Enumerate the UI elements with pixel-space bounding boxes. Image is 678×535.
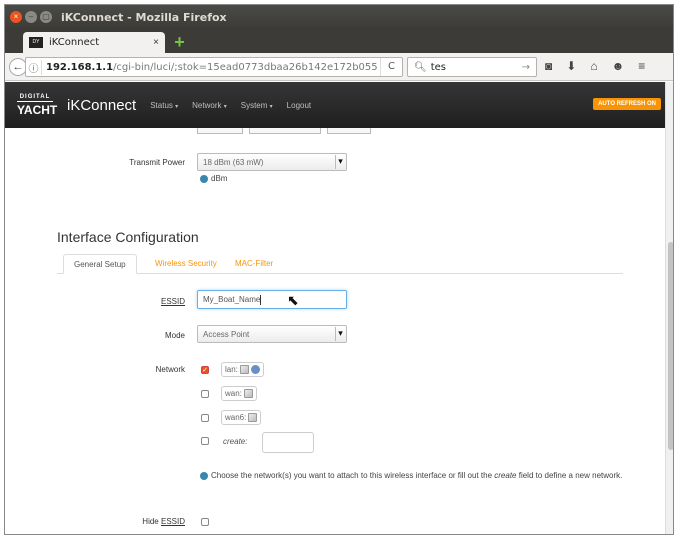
help-icon	[200, 471, 208, 480]
auto-refresh-badge[interactable]: AUTO REFRESH ON	[593, 98, 661, 110]
network-wan6-checkbox[interactable]	[201, 414, 209, 422]
window-titlebar: × – ▢ iKConnect - Mozilla Firefox	[5, 5, 673, 29]
text-caret	[260, 295, 262, 305]
mode-select[interactable]: Access Point ▾	[197, 325, 347, 343]
ethernet-icon	[248, 413, 258, 422]
web-page: DIGITAL YACHT iKConnect Status ▾ Network…	[5, 82, 665, 534]
tab-mac-filter[interactable]: MAC-Filter	[225, 254, 283, 274]
tab-strip: DY iKConnect × +	[5, 29, 673, 53]
essid-input[interactable]: My_Boat_Name	[197, 290, 347, 309]
tab-close-icon[interactable]: ×	[153, 37, 159, 48]
maximize-window-icon[interactable]: ▢	[40, 11, 52, 23]
main-nav: Status ▾ Network ▾ System ▾ Logout	[150, 101, 311, 110]
select-arrow-icon: ▾	[335, 155, 345, 169]
site-info-icon[interactable]: ⓘ	[26, 59, 42, 75]
ethernet-icon	[239, 365, 249, 374]
network-wan-checkbox[interactable]	[201, 390, 209, 398]
home-icon[interactable]: ⌂	[590, 59, 597, 73]
essid-label: ESSID	[160, 297, 185, 306]
minimize-window-icon[interactable]: –	[25, 11, 37, 23]
hamburger-menu-icon[interactable]: ≡	[638, 59, 645, 73]
tab-wireless-security[interactable]: Wireless Security	[145, 254, 227, 274]
window-title: iKConnect - Mozilla Firefox	[61, 10, 227, 24]
url-host: 192.168.1.1	[46, 61, 114, 73]
nav-system[interactable]: System ▾	[241, 101, 273, 110]
ethernet-icon	[243, 389, 253, 398]
tabs-divider	[57, 273, 623, 274]
help-icon	[200, 174, 208, 183]
caret-down-icon: ▾	[175, 103, 179, 110]
hide-essid-label: Hide ESSID	[142, 517, 185, 526]
browser-window: × – ▢ iKConnect - Mozilla Firefox DY iKC…	[4, 4, 674, 535]
network-lan-checkbox[interactable]: ✓	[201, 366, 209, 374]
nav-network[interactable]: Network ▾	[192, 101, 227, 110]
transmit-power-select[interactable]: 18 dBm (63 mW) ▾	[197, 153, 347, 171]
search-go-arrow-icon[interactable]: →	[522, 62, 530, 73]
url-bar[interactable]: ⓘ 192.168.1.1 /cgi-bin/luci/;stok=15ead0…	[25, 57, 403, 77]
search-bar[interactable]: 🔍︎ tes →	[407, 57, 537, 77]
nav-status[interactable]: Status ▾	[150, 101, 178, 110]
transmit-power-label: Transmit Power	[129, 158, 185, 167]
scrolled-select-stub	[327, 128, 371, 134]
digital-yacht-favicon-icon: DY	[29, 37, 43, 48]
browser-tab[interactable]: DY iKConnect ×	[23, 32, 165, 53]
pocket-icon[interactable]: ◙	[545, 59, 552, 73]
transmit-power-hint: dBm	[200, 174, 227, 183]
interface-configuration-title: Interface Configuration	[57, 229, 199, 245]
brand-name[interactable]: iKConnect	[67, 97, 136, 114]
caret-down-icon: ▾	[223, 103, 227, 110]
network-create-checkbox[interactable]	[201, 437, 209, 445]
network-wan6-badge: wan6:	[221, 410, 262, 425]
scrolled-select-stub	[249, 128, 321, 134]
download-icon[interactable]: ⬇	[566, 59, 576, 73]
create-label: create:	[223, 437, 248, 446]
tab-general-setup[interactable]: General Setup	[63, 254, 137, 274]
select-arrow-icon: ▾	[335, 327, 345, 341]
chat-icon[interactable]: ☻	[612, 59, 625, 73]
scrollbar-thumb[interactable]	[668, 242, 673, 450]
url-path: /cgi-bin/luci/;stok=15ead0773dbaa26b142e…	[113, 61, 378, 73]
network-wan-badge: wan:	[221, 386, 257, 401]
page-scrollbar[interactable]	[665, 82, 673, 534]
navigation-bar: ← ⓘ 192.168.1.1 /cgi-bin/luci/;stok=15ea…	[5, 53, 673, 81]
close-window-icon[interactable]: ×	[10, 11, 22, 23]
digital-yacht-logo[interactable]: DIGITAL YACHT	[17, 94, 57, 116]
nav-logout[interactable]: Logout	[287, 101, 311, 110]
wifi-icon	[250, 365, 260, 374]
search-input[interactable]: tes	[431, 62, 522, 73]
caret-down-icon: ▾	[269, 103, 273, 110]
scrolled-select-stub	[197, 128, 243, 134]
create-network-input[interactable]	[262, 432, 314, 453]
mouse-pointer-icon: ⬉	[287, 292, 299, 308]
hide-essid-checkbox[interactable]	[201, 518, 209, 526]
tab-title: iKConnect	[49, 37, 100, 48]
reload-icon[interactable]: C	[380, 58, 402, 76]
new-tab-icon[interactable]: +	[172, 33, 187, 51]
search-icon: 🔍︎	[414, 61, 427, 73]
network-label: Network	[155, 365, 185, 374]
network-help-text: Choose the network(s) you want to attach…	[200, 470, 630, 482]
network-lan-badge: lan:	[221, 362, 264, 377]
app-header: DIGITAL YACHT iKConnect Status ▾ Network…	[5, 82, 665, 128]
mode-label: Mode	[164, 331, 185, 340]
